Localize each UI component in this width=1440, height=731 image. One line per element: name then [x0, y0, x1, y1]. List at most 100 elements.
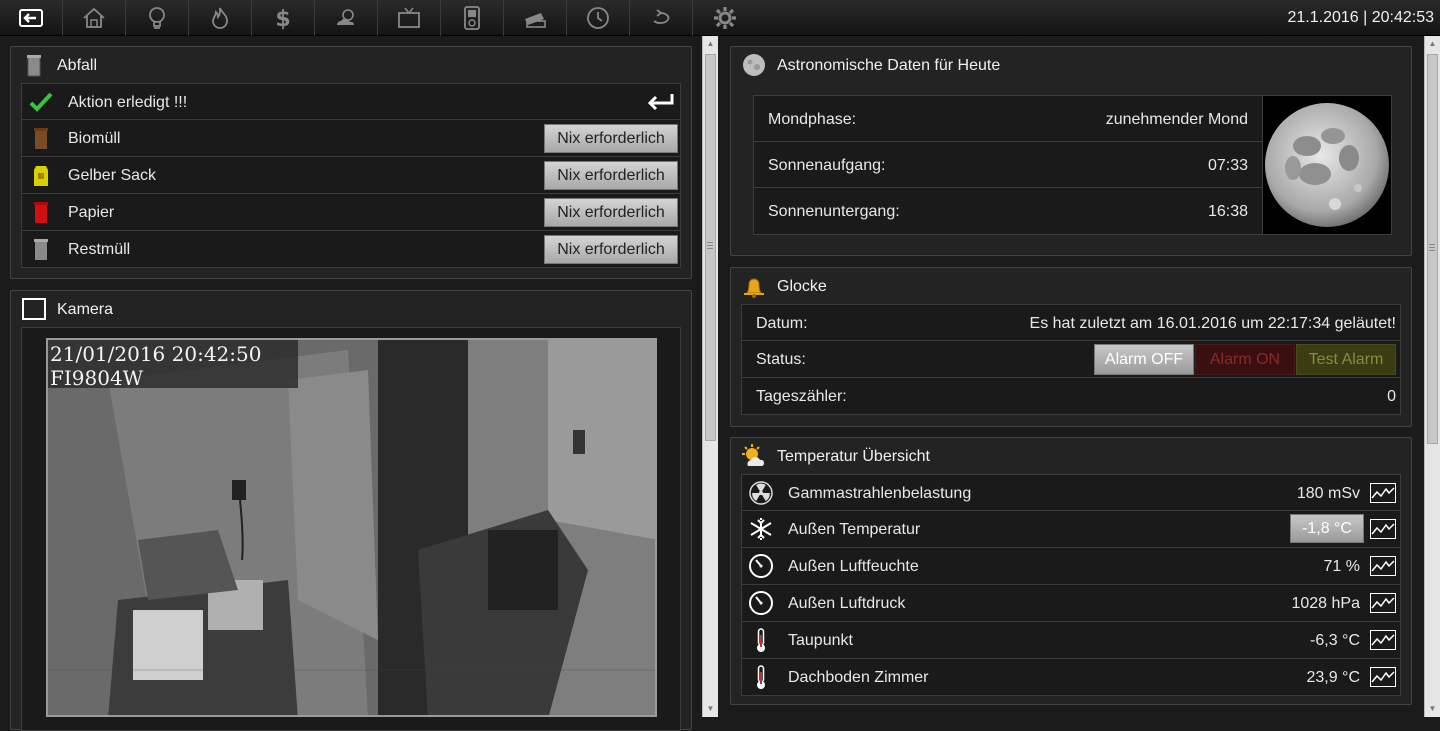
- nav-settings-button[interactable]: [693, 0, 756, 36]
- temp-label: Taupunkt: [788, 632, 853, 649]
- yellow-bag-icon: [34, 166, 48, 186]
- kamera-title: Kamera: [57, 301, 114, 318]
- left-pane: Abfall Aktion erledigt !!! Biomüll Nix e…: [0, 36, 718, 731]
- temp-row-luftdruck: Außen Luftdruck 1028 hPa: [741, 585, 1401, 622]
- astro-label: Sonnenuntergang:: [768, 203, 900, 220]
- glocke-counter-value: 0: [1387, 388, 1396, 405]
- moon-icon: [743, 54, 765, 76]
- glocke-status-label: Status:: [756, 351, 806, 368]
- astro-value: 16:38: [1207, 203, 1248, 220]
- scroll-up-arrow[interactable]: ▲: [703, 36, 718, 52]
- astro-label: Sonnenaufgang:: [768, 157, 886, 174]
- chart-icon[interactable]: [1370, 667, 1396, 687]
- nav-home-button[interactable]: [63, 0, 126, 36]
- astro-row-mondphase: Mondphase: zunehmender Mond: [754, 96, 1262, 142]
- dollar-icon: $: [275, 7, 290, 31]
- astro-panel: Astronomische Daten für Heute Mondphase:…: [730, 46, 1412, 256]
- moon-phase-image: [1262, 95, 1392, 235]
- abfall-row-restmuell: Restmüll Nix erforderlich: [21, 231, 681, 268]
- scroll-thumb[interactable]: [1427, 54, 1438, 444]
- nav-finance-button[interactable]: $: [252, 0, 315, 36]
- nav-tv-button[interactable]: [378, 0, 441, 36]
- current-datetime: 21.1.2016 | 20:42:53: [1287, 9, 1434, 26]
- astro-table: Mondphase: zunehmender Mond Sonnenaufgan…: [753, 95, 1263, 235]
- chart-icon[interactable]: [1370, 483, 1396, 503]
- scroll-down-arrow[interactable]: ▼: [703, 701, 718, 717]
- temperatur-header: Temperatur Übersicht: [731, 438, 1411, 474]
- scroll-up-arrow[interactable]: ▲: [1425, 36, 1440, 52]
- papier-status-button[interactable]: Nix erforderlich: [544, 198, 678, 227]
- camera-image[interactable]: 21/01/2016 20:42:50 FI9804W: [46, 338, 657, 717]
- nav-back-button[interactable]: [0, 0, 63, 36]
- nav-heating-button[interactable]: [189, 0, 252, 36]
- chart-icon[interactable]: [1370, 519, 1396, 539]
- temp-label: Gammastrahlenbelastung: [788, 485, 972, 502]
- nav-tickets-button[interactable]: [504, 0, 567, 36]
- chart-icon[interactable]: [1370, 630, 1396, 650]
- biomuell-status-button[interactable]: Nix erforderlich: [544, 124, 678, 153]
- radiation-icon: [749, 481, 773, 505]
- abfall-action-row: Aktion erledigt !!!: [21, 83, 681, 120]
- temp-row-taupunkt: Taupunkt -6,3 °C: [741, 622, 1401, 659]
- nav-timer-button[interactable]: [567, 0, 630, 36]
- kamera-header: Kamera: [11, 291, 691, 327]
- camera-model: FI9804W: [50, 366, 144, 390]
- thermometer-icon: [757, 628, 765, 652]
- left-scrollbar[interactable]: ▲ ▼: [702, 36, 718, 717]
- checkmark-icon: [29, 92, 53, 112]
- moon-picture: [1265, 103, 1389, 227]
- abfall-row-label: Biomüll: [68, 130, 121, 147]
- astro-header: Astronomische Daten für Heute: [731, 47, 1411, 83]
- flame-icon: [212, 7, 228, 29]
- home-icon: [83, 7, 105, 28]
- temp-value: 180 mSv: [1296, 485, 1360, 502]
- svg-text:$: $: [275, 7, 290, 31]
- temp-value: -6,3 °C: [1310, 632, 1360, 649]
- astro-title: Astronomische Daten für Heute: [777, 57, 1001, 74]
- glocke-row-counter: Tageszähler: 0: [741, 378, 1401, 415]
- return-arrow-icon[interactable]: [644, 91, 676, 113]
- nav-loop-button[interactable]: [630, 0, 693, 36]
- gelber-sack-status-button[interactable]: Nix erforderlich: [544, 161, 678, 190]
- chart-icon[interactable]: [1370, 556, 1396, 576]
- temp-row-aussen-temperatur: Außen Temperatur -1,8 °C: [741, 511, 1401, 548]
- nav-media-button[interactable]: [441, 0, 504, 36]
- alarm-on-button[interactable]: Alarm ON: [1195, 344, 1295, 375]
- tv-icon: [398, 7, 420, 28]
- chart-icon[interactable]: [1370, 593, 1396, 613]
- temp-value: 71 %: [1323, 558, 1360, 575]
- abfall-action-label: Aktion erledigt !!!: [68, 94, 188, 111]
- scroll-down-arrow[interactable]: ▼: [1425, 701, 1440, 717]
- temp-label: Außen Luftdruck: [788, 595, 906, 612]
- abfall-title: Abfall: [57, 57, 98, 74]
- glocke-panel: Glocke Datum: Es hat zuletzt am 16.01.20…: [730, 267, 1412, 427]
- aussen-temperatur-value-button[interactable]: -1,8 °C: [1290, 514, 1364, 543]
- test-alarm-button[interactable]: Test Alarm: [1296, 344, 1396, 375]
- abfall-row-gelber-sack: Gelber Sack Nix erforderlich: [21, 157, 681, 194]
- thermometer-icon: [757, 665, 765, 689]
- gauge-icon: [749, 554, 773, 578]
- back-icon: [19, 9, 43, 27]
- glocke-counter-label: Tageszähler:: [756, 388, 847, 405]
- gauge-icon: [749, 591, 773, 615]
- media-player-icon: [464, 6, 480, 30]
- nav-weather-button[interactable]: [315, 0, 378, 36]
- brown-bin-icon: [34, 128, 48, 149]
- temperatur-panel: Temperatur Übersicht Gammastrahlenbelast…: [730, 437, 1412, 705]
- abfall-panel: Abfall Aktion erledigt !!! Biomüll Nix e…: [10, 46, 692, 279]
- sun-cloud-icon: [742, 444, 765, 466]
- astro-value: zunehmender Mond: [1105, 111, 1248, 128]
- nav-light-button[interactable]: [126, 0, 189, 36]
- abfall-row-biomuell: Biomüll Nix erforderlich: [21, 120, 681, 157]
- right-scrollbar[interactable]: ▲ ▼: [1424, 36, 1440, 717]
- glocke-datum-value: Es hat zuletzt am 16.01.2016 um 22:17:34…: [1029, 315, 1396, 332]
- temp-label: Dachboden Zimmer: [788, 669, 929, 686]
- right-pane: Astronomische Daten für Heute Mondphase:…: [718, 36, 1440, 717]
- astro-row-sonnenaufgang: Sonnenaufgang: 07:33: [754, 142, 1262, 188]
- alarm-off-button[interactable]: Alarm OFF: [1094, 344, 1194, 375]
- bell-icon: [744, 278, 764, 298]
- temp-row-gamma: Gammastrahlenbelastung 180 mSv: [741, 474, 1401, 511]
- restmuell-status-button[interactable]: Nix erforderlich: [544, 235, 678, 264]
- red-bin-icon: [34, 202, 48, 223]
- camera-timestamp: 21/01/2016 20:42:50: [50, 342, 262, 366]
